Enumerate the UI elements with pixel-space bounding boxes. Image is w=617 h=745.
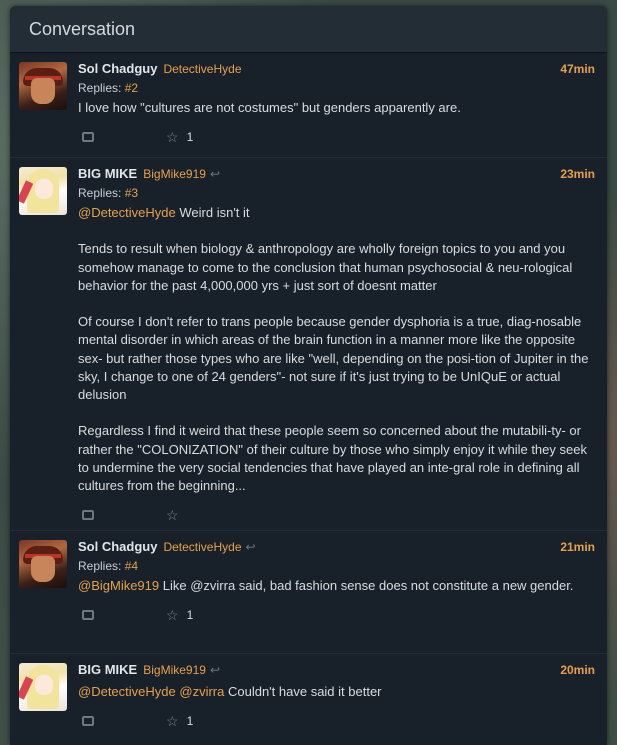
tweet-text: @DetectiveHyde @zvirra Couldn't have sai… <box>78 684 382 699</box>
retweet-icon[interactable] <box>82 510 94 521</box>
tweet[interactable]: BIG MIKE BigMike919 ↩ 20min @DetectiveHy… <box>10 654 607 745</box>
reply-arrow-icon: ↩ <box>209 167 220 181</box>
author-name[interactable]: BIG MIKE <box>78 166 137 181</box>
star-icon[interactable]: ☆ <box>166 507 179 524</box>
mention-link[interactable]: @DetectiveHyde <box>78 684 176 699</box>
replies-indicator[interactable]: Replies: #4 <box>78 558 595 574</box>
like-count: 1 <box>186 130 194 145</box>
avatar[interactable] <box>19 540 67 588</box>
timestamp[interactable]: 47min <box>560 62 595 76</box>
tweet-text: I love how "cultures are not costumes" b… <box>78 100 461 115</box>
avatar[interactable] <box>19 167 67 215</box>
timestamp[interactable]: 23min <box>560 167 595 181</box>
tweet-actions: ☆ 1 <box>78 705 595 737</box>
tweet[interactable]: BIG MIKE BigMike919 ↩ 23min Replies: #3 … <box>10 158 607 531</box>
conversation-panel: Conversation Sol Chadguy DetectiveHyde 4… <box>10 6 607 745</box>
retweet-icon[interactable] <box>82 610 94 621</box>
tweet-text: @BigMike919 Like @zvirra said, bad fashi… <box>78 578 574 593</box>
retweet-icon[interactable] <box>82 716 94 727</box>
replies-indicator[interactable]: Replies: #2 <box>78 80 595 96</box>
author-handle[interactable]: BigMike919 <box>143 663 206 677</box>
like-count: 1 <box>186 714 194 729</box>
author-handle[interactable]: DetectiveHyde <box>163 62 241 76</box>
timestamp[interactable]: 21min <box>560 540 595 554</box>
mention-link[interactable]: @zvirra <box>179 684 224 699</box>
replies-indicator[interactable]: Replies: #3 <box>78 185 595 201</box>
panel-title: Conversation <box>10 6 607 53</box>
avatar[interactable] <box>19 663 67 711</box>
tweet-actions: ☆ 1 <box>78 121 595 153</box>
star-icon[interactable]: ☆ <box>166 129 179 146</box>
author-name[interactable]: Sol Chadguy <box>78 61 157 76</box>
tweet-actions: ☆ <box>78 499 595 531</box>
mention-link[interactable]: @BigMike919 <box>78 578 159 593</box>
tweet-actions: ☆ 1 <box>78 599 595 631</box>
reply-arrow-icon: ↩ <box>245 540 256 554</box>
tweet[interactable]: Sol Chadguy DetectiveHyde 47min Replies:… <box>10 53 607 158</box>
star-icon[interactable]: ☆ <box>166 607 179 624</box>
timestamp[interactable]: 20min <box>560 663 595 677</box>
author-handle[interactable]: DetectiveHyde <box>163 540 241 554</box>
reply-arrow-icon: ↩ <box>209 663 220 677</box>
author-name[interactable]: Sol Chadguy <box>78 539 157 554</box>
mention-link[interactable]: @DetectiveHyde <box>78 205 176 220</box>
avatar[interactable] <box>19 62 67 110</box>
tweet-text: @DetectiveHyde Weird isn't it Tends to r… <box>78 205 589 494</box>
like-count: 1 <box>186 608 194 623</box>
tweet[interactable]: Sol Chadguy DetectiveHyde ↩ 21min Replie… <box>10 531 607 654</box>
author-name[interactable]: BIG MIKE <box>78 662 137 677</box>
star-icon[interactable]: ☆ <box>166 713 179 730</box>
author-handle[interactable]: BigMike919 <box>143 167 206 181</box>
retweet-icon[interactable] <box>82 132 94 143</box>
